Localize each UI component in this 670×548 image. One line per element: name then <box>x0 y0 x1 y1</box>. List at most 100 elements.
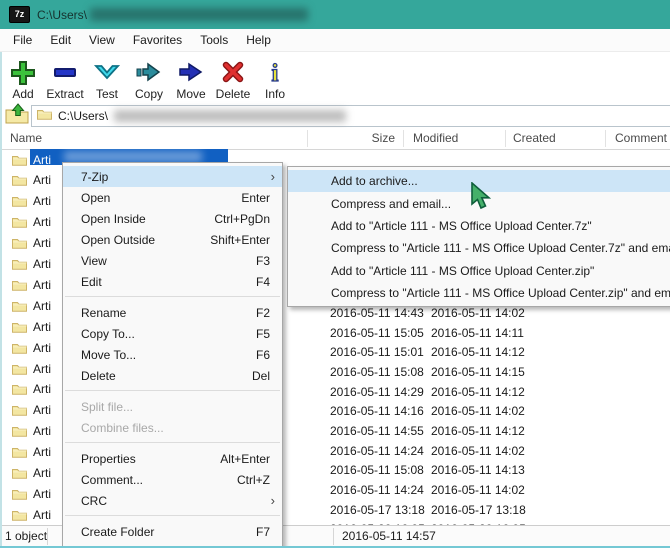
menu-item-shortcut: F6 <box>255 347 270 362</box>
column-header-created[interactable]: Created <box>513 128 556 149</box>
file-row-dates[interactable]: 2016-05-11 14:24 2016-05-11 14:02 <box>290 441 670 461</box>
file-row-dates[interactable]: 2016-05-11 14:55 2016-05-11 14:12 <box>290 421 670 441</box>
file-name: Arti <box>33 466 51 480</box>
created-date: 2016-05-11 14:11 <box>431 325 524 340</box>
submenu-item-compress-to-article-111-ms-office-upload[interactable]: Compress to "Article 111 - MS Office Upl… <box>288 282 670 304</box>
menu-item-label: Properties <box>81 451 136 466</box>
column-divider[interactable] <box>505 130 506 147</box>
address-input[interactable]: C:\Users\ <box>31 104 670 127</box>
submenu-arrow-icon: › <box>270 493 275 508</box>
menu-item-shortcut: Ctrl+Z <box>237 472 270 487</box>
modified-date: 2016-05-11 14:55 <box>330 423 424 438</box>
file-name: Arti <box>33 152 51 167</box>
file-name: Arti <box>33 424 51 439</box>
menu-item-comment[interactable]: Comment... Ctrl+Z <box>63 469 282 490</box>
created-date: 2016-05-17 13:18 <box>431 502 526 517</box>
column-header-modified[interactable]: Modified <box>413 128 458 149</box>
column-divider[interactable] <box>403 130 404 147</box>
modified-date: 2016-05-11 15:08 <box>330 364 424 379</box>
extract-icon <box>50 55 80 86</box>
menu-item-label: Split file... <box>81 399 134 414</box>
info-button[interactable]: i Info <box>254 52 296 103</box>
folder-icon <box>12 425 27 437</box>
menubar-item-edit[interactable]: Edit <box>41 29 80 51</box>
column-header-size[interactable]: Size <box>307 128 395 149</box>
up-one-level-button[interactable] <box>2 103 31 127</box>
file-row-dates[interactable]: 2016-05-11 14:29 2016-05-11 14:12 <box>290 382 670 402</box>
move-button[interactable]: Move <box>170 52 212 103</box>
menu-item-copy-to[interactable]: Copy To... F5 <box>63 323 282 344</box>
copy-icon <box>134 55 164 86</box>
redacted-file-name <box>64 151 202 162</box>
submenu-item-compress-to-article-111-ms-office-upload[interactable]: Compress to "Article 111 - MS Office Upl… <box>288 237 670 259</box>
menu-item-open-inside[interactable]: Open Inside Ctrl+PgDn <box>63 208 282 229</box>
column-header-name[interactable]: Name <box>10 128 42 149</box>
file-name: Arti <box>33 403 51 418</box>
menubar-item-view[interactable]: View <box>80 29 124 51</box>
svg-text:i: i <box>272 60 279 86</box>
add-button[interactable]: Add <box>2 52 44 103</box>
created-date: 2016-05-11 14:02 <box>431 404 525 419</box>
toolbar-button-label: Move <box>176 86 206 101</box>
copy-button[interactable]: Copy <box>128 52 170 103</box>
file-list-dates: 2016-05-11 14:43 2016-05-11 14:02 2016-05-… <box>290 303 670 525</box>
test-button[interactable]: Test <box>86 52 128 103</box>
file-row-dates[interactable]: 2016-05-17 13:18 2016-05-17 13:18 <box>290 500 670 520</box>
file-row-dates[interactable]: 2016-05-11 15:01 2016-05-11 14:12 <box>290 342 670 362</box>
menu-item-shortcut: F2 <box>255 305 270 320</box>
menu-item-view[interactable]: View F3 <box>63 250 282 271</box>
menu-item-label: View <box>81 253 107 268</box>
folder-icon <box>12 467 27 479</box>
column-divider[interactable] <box>605 130 606 147</box>
file-name: Arti <box>33 298 51 313</box>
menubar-item-favorites[interactable]: Favorites <box>124 29 191 51</box>
file-name: Arti <box>33 257 51 271</box>
menu-item-label: CRC <box>81 493 107 508</box>
created-date: 2016-05-11 14:02 <box>431 443 525 458</box>
menu-item-properties[interactable]: Properties Alt+Enter <box>63 448 282 469</box>
extract-button[interactable]: Extract <box>44 52 86 103</box>
folder-icon <box>37 108 52 123</box>
address-bar: C:\Users\ <box>0 103 670 128</box>
menubar-item-file[interactable]: File <box>4 29 41 51</box>
file-row-dates[interactable]: 2016-05-11 15:08 2016-05-11 14:15 <box>290 362 670 382</box>
toolbar-button-label: Test <box>95 86 118 101</box>
file-row-dates[interactable]: 2016-05-11 14:24 2016-05-11 14:02 <box>290 480 670 500</box>
menu-item-shortcut: Enter <box>241 190 270 205</box>
submenu-item-add-to-article-111-ms-office-upload-cent[interactable]: Add to "Article 111 - MS Office Upload C… <box>288 215 670 237</box>
menu-item-7-zip[interactable]: 7-Zip › <box>63 166 282 187</box>
menu-item-rename[interactable]: Rename F2 <box>63 302 282 323</box>
file-row-dates[interactable]: 2016-05-11 15:08 2016-05-11 14:13 <box>290 460 670 480</box>
menu-item-shortcut: Ctrl+PgDn <box>214 211 270 226</box>
file-name: Arti <box>33 486 51 501</box>
move-icon <box>176 55 206 86</box>
column-header-comment[interactable]: Comment <box>615 128 667 149</box>
column-divider[interactable] <box>307 130 308 147</box>
context-menu: 7-Zip › Open Enter Open Inside Ctrl+PgDn… <box>62 162 283 548</box>
menu-item-move-to[interactable]: Move To... F6 <box>63 344 282 365</box>
menu-item-create-folder[interactable]: Create Folder F7 <box>63 521 282 542</box>
menu-item-split-file: Split file... <box>63 396 282 417</box>
menubar-item-tools[interactable]: Tools <box>191 29 237 51</box>
menubar-item-help[interactable]: Help <box>237 29 280 51</box>
modified-date: 2016-05-11 14:29 <box>330 384 424 399</box>
menu-item-label: Compress to "Article 111 - MS Office Upl… <box>331 241 670 256</box>
menu-item-open[interactable]: Open Enter <box>63 187 282 208</box>
delete-button[interactable]: Delete <box>212 52 254 103</box>
file-row-dates[interactable]: 2016-05-11 15:05 2016-05-11 14:11 <box>290 323 670 343</box>
modified-date: 2016-05-17 13:18 <box>330 502 425 517</box>
menu-item-open-outside[interactable]: Open Outside Shift+Enter <box>63 229 282 250</box>
folder-icon <box>12 446 27 458</box>
info-icon: i <box>260 55 290 86</box>
test-icon <box>92 55 122 86</box>
menu-item-edit[interactable]: Edit F4 <box>63 271 282 292</box>
file-row-dates[interactable]: 2016-05-11 14:16 2016-05-11 14:02 <box>290 401 670 421</box>
menu-item-crc[interactable]: CRC › <box>63 490 282 511</box>
menu-item-label: Delete <box>81 368 116 383</box>
file-name: Arti <box>33 445 51 460</box>
menu-item-label: Create Folder <box>81 524 155 539</box>
submenu-item-add-to-article-111-ms-office-upload-cent[interactable]: Add to "Article 111 - MS Office Upload C… <box>288 260 670 282</box>
file-name: Arti <box>33 236 51 251</box>
menu-item-delete[interactable]: Delete Del <box>63 365 282 386</box>
title-bar: 7z C:\Users\ <box>0 0 670 29</box>
